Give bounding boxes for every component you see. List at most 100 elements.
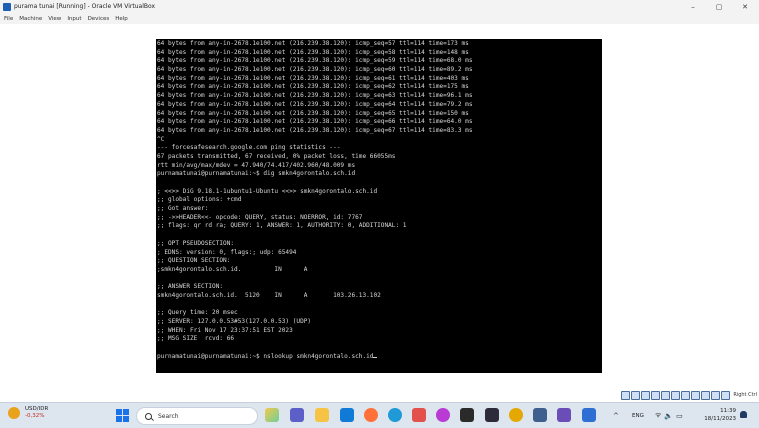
- chrome-icon[interactable]: [509, 408, 523, 422]
- minimize-button[interactable]: –: [680, 0, 706, 13]
- file-explorer-icon[interactable]: [315, 408, 329, 422]
- terminal-line: purnamatunai@purnamatunai:~$ dig smkn4go…: [157, 170, 356, 178]
- widget-title: USD/IDR: [25, 406, 49, 412]
- widget-change: -0,32%: [25, 413, 45, 419]
- start-button[interactable]: [116, 409, 129, 422]
- weather-widget[interactable]: USD/IDR -0,32%: [8, 406, 48, 420]
- wifi-icon: ᯤ: [655, 411, 662, 419]
- hard-disk-icon[interactable]: [621, 390, 631, 400]
- close-button[interactable]: ✕: [732, 0, 758, 13]
- notification-bell-icon[interactable]: [740, 411, 747, 418]
- keyboard-icon[interactable]: [721, 390, 731, 400]
- search-box[interactable]: Search: [136, 407, 258, 425]
- terminal-line: 67 packets transmitted, 67 received, 0% …: [157, 152, 396, 160]
- menu-bar: File Machine View Input Devices Help: [0, 13, 759, 24]
- terminal-line: 64 bytes from any-in-2678.1e100.net (216…: [157, 126, 473, 134]
- terminal-icon[interactable]: [460, 408, 474, 422]
- app-icon-dark[interactable]: [485, 408, 499, 422]
- terminal-line: --- forcesafesearch.google.com ping stat…: [157, 144, 341, 152]
- app-icon-purple[interactable]: [436, 408, 450, 422]
- terminal-line: rtt min/avg/max/mdev = 47.940/74.417/402…: [157, 161, 356, 169]
- chevron-up-icon: ^: [613, 411, 619, 420]
- terminal-line: 64 bytes from any-in-2678.1e100.net (216…: [157, 57, 473, 65]
- terminal-line: ;; QUESTION SECTION:: [157, 257, 231, 265]
- recording-icon[interactable]: [691, 390, 701, 400]
- terminal-line: ;; OPT PSEUDOSECTION:: [157, 239, 235, 247]
- teams-icon[interactable]: [290, 408, 304, 422]
- terminal-window[interactable]: 64 bytes from any-in-2678.1e100.net (216…: [156, 39, 602, 373]
- host-key-label: Right Ctrl: [733, 392, 757, 398]
- terminal-line: 64 bytes from any-in-2678.1e100.net (216…: [157, 66, 473, 74]
- cpu-icon[interactable]: [701, 390, 711, 400]
- terminal-output: 64 bytes from any-in-2678.1e100.net (216…: [156, 39, 602, 362]
- app-icon-violet[interactable]: [557, 408, 571, 422]
- terminal-line: ; EDNS: version: 0, flags:; udp: 65494: [157, 248, 297, 256]
- menu-file[interactable]: File: [4, 16, 13, 22]
- terminal-line: 64 bytes from any-in-2678.1e100.net (216…: [157, 48, 469, 56]
- search-icon: [145, 412, 152, 420]
- virtualbox-icon: [3, 2, 11, 11]
- shared-folders-icon[interactable]: [671, 390, 681, 400]
- display-icon[interactable]: [681, 390, 691, 400]
- terminal-line: ;; WHEN: Fri Nov 17 23:37:51 EST 2023: [157, 326, 293, 334]
- copilot-icon[interactable]: [265, 408, 279, 422]
- terminal-line: 64 bytes from any-in-2678.1e100.net (216…: [157, 118, 473, 126]
- terminal-line: ; <<>> DiG 9.18.1-1ubuntu1-Ubuntu <<>> s…: [157, 187, 378, 195]
- tray-overflow-button[interactable]: ^: [613, 403, 619, 428]
- clock[interactable]: 11:39 18/11/2023: [700, 407, 736, 423]
- mouse-integration-icon[interactable]: [711, 390, 721, 400]
- store-icon[interactable]: [340, 408, 354, 422]
- language-indicator[interactable]: ENG: [632, 403, 644, 428]
- quick-settings[interactable]: ᯤ 🔈 ▭: [655, 403, 683, 428]
- terminal-line: smkn4gorontalo.sch.id. 5120 IN A 103.26.…: [157, 291, 381, 299]
- app-icon-blue[interactable]: [582, 408, 596, 422]
- terminal-line: 64 bytes from any-in-2678.1e100.net (216…: [157, 83, 469, 91]
- terminal-line: ;smkn4gorontalo.sch.id. IN A: [157, 265, 308, 273]
- vbox-status-bar: Right Ctrl: [621, 389, 759, 401]
- menu-view[interactable]: View: [48, 16, 61, 22]
- virtualbox-taskbar-icon[interactable]: [533, 408, 547, 422]
- menu-input[interactable]: Input: [67, 16, 81, 22]
- menu-devices[interactable]: Devices: [88, 16, 110, 22]
- window-title: purama tunai [Running] - Oracle VM Virtu…: [14, 3, 156, 10]
- currency-icon: [8, 407, 20, 419]
- clock-date: 18/11/2023: [704, 416, 736, 422]
- edge-icon[interactable]: [388, 408, 402, 422]
- terminal-line: 64 bytes from any-in-2678.1e100.net (216…: [157, 100, 473, 108]
- firefox-icon[interactable]: [364, 408, 378, 422]
- terminal-line: 64 bytes from any-in-2678.1e100.net (216…: [157, 92, 473, 100]
- terminal-line: ;; MSG SIZE rcvd: 66: [157, 335, 235, 343]
- optical-drive-icon[interactable]: [631, 390, 641, 400]
- windows-logo-icon: [116, 409, 122, 415]
- maximize-button[interactable]: ▢: [706, 0, 732, 13]
- battery-icon: ▭: [676, 411, 683, 420]
- menu-machine[interactable]: Machine: [19, 16, 42, 22]
- terminal-line: ;; ANSWER SECTION:: [157, 283, 224, 291]
- terminal-line: ;; global options: +cmd: [157, 196, 242, 204]
- terminal-cursor: [373, 356, 378, 358]
- terminal-line: ;; Query time: 20 msec: [157, 309, 238, 317]
- terminal-line: ;; ->>HEADER<<- opcode: QUERY, status: N…: [157, 213, 363, 221]
- menu-help[interactable]: Help: [115, 16, 128, 22]
- volume-icon: 🔈: [664, 411, 674, 420]
- terminal-line: ;; flags: qr rd ra; QUERY: 1, ANSWER: 1,…: [157, 222, 407, 230]
- paint-icon[interactable]: [412, 408, 426, 422]
- usb-icon[interactable]: [661, 390, 671, 400]
- terminal-line: purnamatunai@purnamatunai:~$ nslookup sm…: [157, 353, 601, 362]
- terminal-line: ^C: [157, 135, 165, 143]
- terminal-line: 64 bytes from any-in-2678.1e100.net (216…: [157, 74, 469, 82]
- clock-time: 11:39: [720, 408, 736, 414]
- network-icon[interactable]: [651, 390, 661, 400]
- taskbar: USD/IDR -0,32% Search ^ ENG ᯤ 🔈 ▭ 11:39 …: [0, 402, 759, 428]
- terminal-line: ;; SERVER: 127.0.0.53#53(127.0.0.53) (UD…: [157, 318, 312, 325]
- title-bar: purama tunai [Running] - Oracle VM Virtu…: [0, 0, 759, 13]
- audio-icon[interactable]: [641, 390, 651, 400]
- terminal-line: 64 bytes from any-in-2678.1e100.net (216…: [157, 109, 469, 117]
- language-label: ENG: [632, 412, 644, 419]
- search-placeholder: Search: [158, 412, 179, 420]
